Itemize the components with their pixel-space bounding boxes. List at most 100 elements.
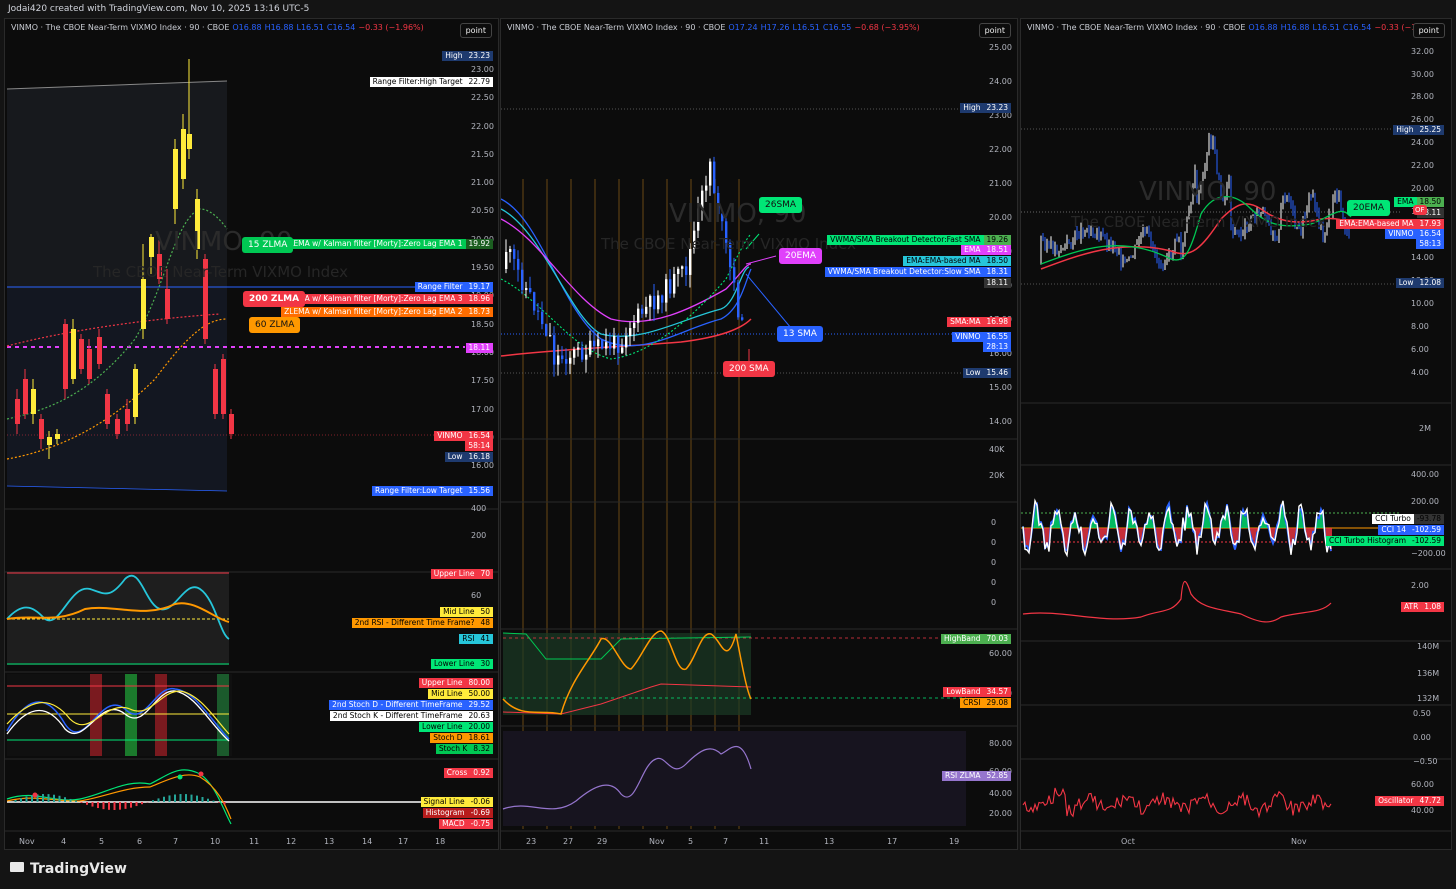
time-tick: 14 [362,837,373,846]
macd-histogram-bar [135,802,138,807]
time-tick: Oct [1121,837,1135,846]
macd-histogram-bar [64,797,66,802]
label-name: VINMO [434,431,466,441]
macd-histogram-bar [108,802,110,810]
label-value: 18.11 [983,278,1011,288]
macd-histogram-bar [163,796,165,802]
candle [187,134,192,149]
time-tick: Nov [19,837,35,846]
macd-histogram-bar [20,798,22,802]
chart-panel-left[interactable]: VINMO · The CBOE Near-Term VIXMO Index ·… [4,18,499,850]
candle [609,342,612,349]
label-name: Range Filter:High Target [369,77,466,87]
label-name: MACD [439,819,468,829]
label-value: 18.51 [983,245,1011,255]
price-tick: 19.50 [471,263,494,272]
price-label: RSI 41 [459,634,493,644]
label-20-ema: 20EMA [779,248,823,264]
time-tick: 7 [723,837,729,846]
label-name: Oscillator [1375,796,1417,806]
price-label: Lower Line 20.00 [419,722,493,732]
macd-histogram-bar [218,802,220,803]
price-label: MACD -0.75 [439,819,493,829]
label-name: Lower Line [419,722,466,732]
label-value: 16.18 [465,452,493,462]
time-tick: 6 [137,837,143,846]
macd-histogram-bar [80,802,83,803]
label-value: 22.79 [465,77,493,87]
point-button[interactable]: point [459,23,492,38]
price-label: Stoch D 18.61 [430,733,493,743]
price-label: VINMO 16.54 [434,431,493,441]
price-label: 2nd Stoch K - Different TimeFrame 20.63 [329,711,493,721]
candle [71,329,76,379]
label-value: -102.59 [1409,525,1444,535]
candle [673,273,676,294]
label-value: 29.52 [465,700,493,710]
price-tick: 6.00 [1411,345,1429,354]
macd-histogram-bar [212,800,215,802]
chart-panel-right[interactable]: VINMO · The CBOE Near-Term VIXMO Index ·… [1020,18,1452,850]
label-value: 34.57 [983,687,1011,697]
price-tick: 25.00 [989,43,1012,52]
label-20-ema: 20EMA [1347,200,1391,216]
label-26-sma: 26SMA [759,197,803,213]
label-15-zlma: 15 ZLMA [242,237,294,253]
label-13-sma: 13 SMA [777,326,823,342]
label-value: 70 [477,569,493,579]
macd-histogram-bar [201,797,204,802]
label-name: Mid Line [440,607,478,617]
label-value: 18.96 [465,294,493,304]
macd-histogram-bar [53,794,55,802]
price-label: HighBand 70.03 [941,634,1011,644]
oscillator-line [1022,787,1332,819]
price-tick: 22.00 [1411,161,1434,170]
price-label: Histogram -0.69 [422,808,493,818]
label-value: 15.56 [465,486,493,496]
label-name: VWMA/SMA Breakout Detector:Slow SMA [824,267,984,277]
label-of: OF [1413,205,1427,215]
cci-tick: 400.00 [1411,470,1439,479]
price-tick: 18.50 [471,320,494,329]
label-name: VINMO [1385,229,1417,239]
macd-histogram-bar [190,794,193,802]
candle [149,237,154,257]
volume-tick: 400 [471,504,487,513]
price-tick: 8.00 [1411,322,1429,331]
cci-tick: 200.00 [1411,497,1439,506]
label-name: EMA:EMA-based MA [903,256,984,266]
candle [561,355,564,360]
price-label: Lower Line 30 [430,659,493,669]
candle [537,310,540,312]
right-chart-canvas[interactable] [1021,19,1452,850]
obv-tick: 132M [1417,694,1440,703]
time-tick: 13 [824,837,835,846]
tradingview-logo[interactable]: TradingView [10,861,127,877]
candle [79,339,84,369]
macd-histogram-bar [207,798,209,802]
label-value: 29.08 [983,698,1011,708]
macd-histogram-bar [196,795,198,802]
candle [705,185,708,191]
price-tick: 21.00 [989,179,1012,188]
price-label: Upper Line 80.00 [418,678,493,688]
rsi-tick: 80.00 [989,739,1012,748]
macd-histogram-bar [86,802,88,805]
indicator-tick: 0 [991,518,997,527]
price-label: CRSI 29.08 [960,698,1011,708]
macd-histogram-bar [69,798,72,802]
macd-histogram-bar [179,794,182,802]
label-value: 17.93 [1416,219,1444,229]
point-button[interactable]: point [1412,23,1445,38]
chart-panel-middle[interactable]: VINMO · The CBOE Near-Term VIXMO Index ·… [500,18,1018,850]
price-label: VINMO 16.55 [952,332,1011,342]
middle-chart-canvas[interactable] [501,19,1018,850]
label-value: 18.61 [465,733,493,743]
time-tick: 18 [435,837,446,846]
symbol-watermark-description: The CBOE Near-Term VIXMO Index [1071,213,1326,231]
macd-histogram-bar [42,794,44,802]
candle [657,295,660,310]
candle [589,340,592,355]
price-tick: 20.00 [1411,184,1434,193]
point-button[interactable]: point [978,23,1011,38]
